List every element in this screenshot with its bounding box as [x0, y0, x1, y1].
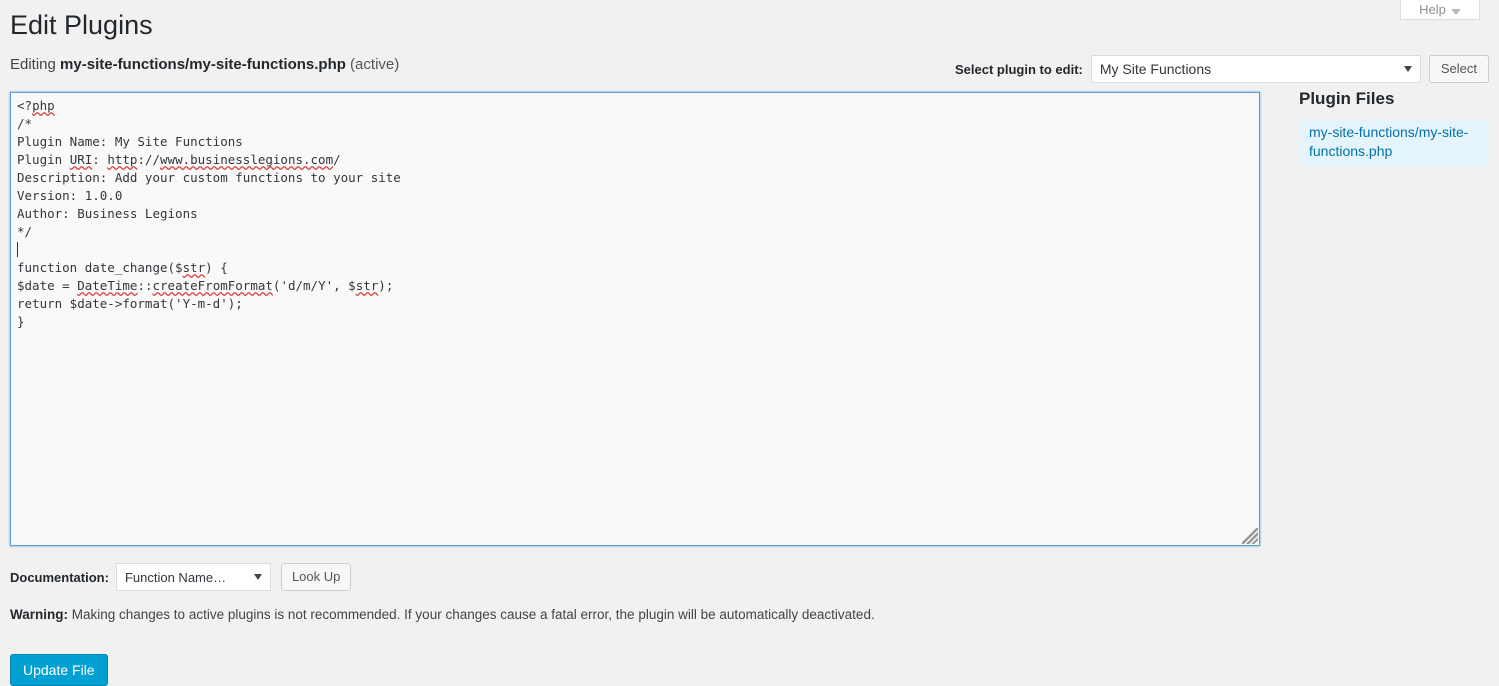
help-tab-label: Help — [1419, 2, 1446, 17]
plugin-files-title: Plugin Files — [1299, 89, 1395, 108]
documentation-select-dropdown[interactable]: Function Name… — [115, 563, 271, 591]
help-tab[interactable]: Help — [1400, 0, 1480, 20]
warning-text: Making changes to active plugins is not … — [68, 607, 875, 622]
editing-file-line: Editing my-site-functions/my-site-functi… — [10, 55, 399, 75]
plugin-code-editor[interactable]: <?php /* Plugin Name: My Site Functions Plu… — [10, 92, 1260, 546]
warning-label: Warning: — [10, 607, 68, 622]
update-file-button[interactable]: Update File — [10, 654, 108, 686]
code-line: Version: 1.0.0 — [17, 188, 123, 203]
documentation-select-value: Function Name… — [124, 569, 227, 585]
editing-file-name: my-site-functions/my-site-functions.php — [60, 56, 346, 73]
plugin-select-value: My Site Functions — [1099, 61, 1212, 77]
chevron-down-icon — [253, 574, 262, 580]
page-title: Edit Plugins — [10, 10, 153, 40]
editing-prefix-label: Editing — [10, 56, 61, 73]
plugin-file-list-item[interactable]: my-site-functions/my-site-functions.php — [1299, 120, 1489, 166]
resize-grip-icon[interactable] — [1242, 528, 1258, 544]
code-line: */ — [17, 224, 33, 239]
code-line: /* — [17, 116, 33, 131]
code-line: Author: Business Legions — [17, 206, 198, 221]
plugin-select-dropdown[interactable]: My Site Functions — [1090, 55, 1421, 83]
chevron-down-icon — [1450, 9, 1461, 15]
documentation-row: Documentation: Function Name… Look Up — [10, 562, 352, 592]
code-line: } — [17, 314, 25, 329]
chevron-down-icon — [1403, 66, 1412, 72]
warning-message: Warning: Making changes to active plugin… — [10, 606, 875, 624]
code-line: Plugin Name: My Site Functions — [17, 134, 243, 149]
code-line: Plugin URI: http://www.businesslegions.c… — [17, 152, 341, 167]
code-line: $date = DateTime::createFromFormat('d/m/… — [17, 278, 394, 293]
plugin-selector-label: Select plugin to edit: — [955, 61, 1083, 77]
editing-file-state: (active) — [345, 56, 400, 73]
plugin-file-link[interactable]: my-site-functions/my-site-functions.php — [1309, 123, 1479, 161]
documentation-label: Documentation: — [10, 569, 109, 585]
code-line — [17, 241, 1253, 259]
look-up-button[interactable]: Look Up — [280, 563, 352, 591]
plugin-code-content[interactable]: <?php /* Plugin Name: My Site Functions Plu… — [11, 93, 1259, 335]
code-line: <?php — [17, 98, 55, 113]
plugin-files-panel: Plugin Files my-site-functions/my-site-f… — [1299, 88, 1489, 166]
code-line: return $date->format('Y-m-d'); — [17, 296, 243, 311]
select-plugin-button[interactable]: Select — [1428, 55, 1489, 83]
plugin-selector: Select plugin to edit: My Site Functions… — [955, 55, 1489, 83]
code-line: Description: Add your custom functions t… — [17, 170, 401, 185]
code-line: function date_change($str) { — [17, 260, 228, 275]
